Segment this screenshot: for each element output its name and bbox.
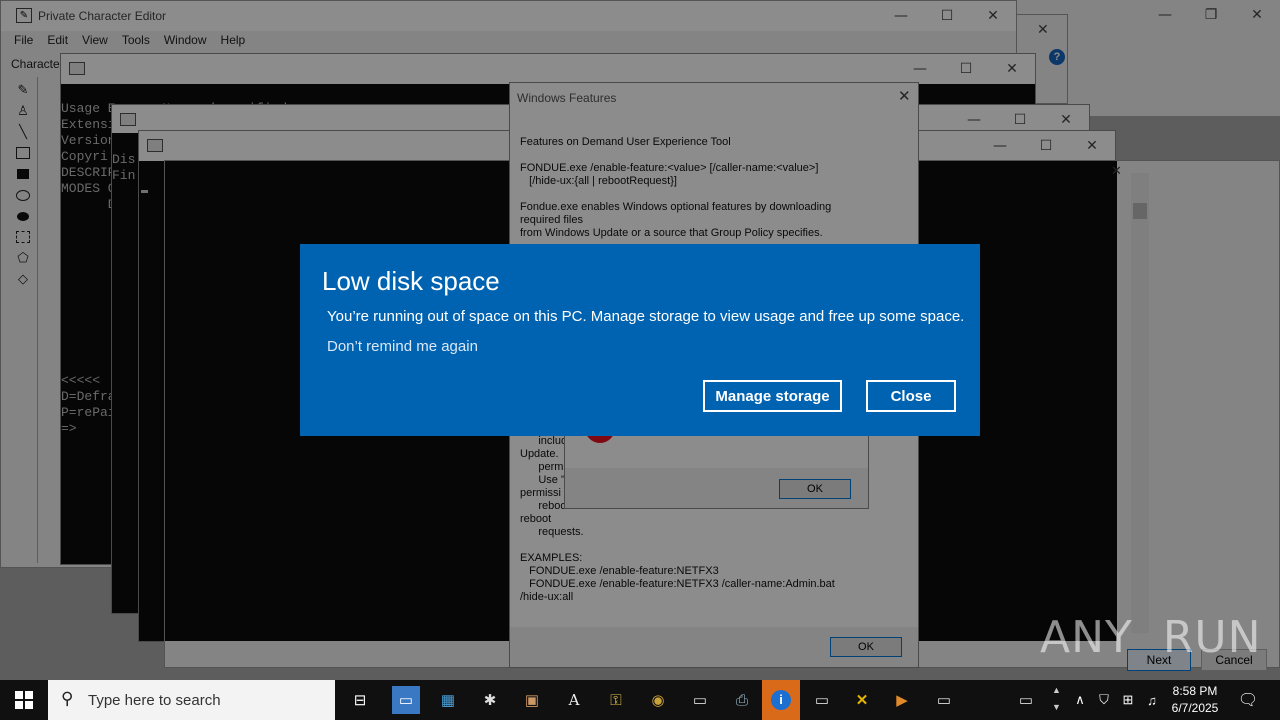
taskbar-app-files-icon[interactable]: ▦ — [434, 686, 462, 714]
taskbar-app-window4-icon[interactable]: ▭ — [1012, 686, 1040, 714]
dont-remind-link[interactable]: Don’t remind me again — [327, 338, 478, 355]
taskbar-app-info-active[interactable]: i — [762, 680, 800, 720]
toast-message: You’re running out of space on this PC. … — [327, 308, 965, 325]
taskbar-app-window2-icon[interactable]: ▭ — [808, 686, 836, 714]
taskbar-app-x-icon[interactable]: ✕ — [848, 686, 876, 714]
search-placeholder: Type here to search — [88, 692, 221, 709]
taskbar-app-font-icon[interactable]: A — [560, 686, 588, 714]
taskbar-app-console-icon[interactable]: ▭ — [392, 686, 420, 714]
taskbar-app-window-icon[interactable]: ▭ — [686, 686, 714, 714]
task-view-icon[interactable]: ⊟ — [346, 686, 374, 714]
low-disk-space-dialog: Low disk space You’re running out of spa… — [300, 244, 980, 436]
taskbar-app-disc-icon[interactable]: ◉ — [644, 686, 672, 714]
notifications-icon[interactable]: 🗨 — [1234, 686, 1262, 714]
taskbar-app-key-icon[interactable]: ⚿ — [602, 686, 630, 714]
taskbar-app-printer-icon[interactable]: ⎙ — [728, 686, 756, 714]
clock[interactable]: 8:58 PM 6/7/2025 — [1164, 683, 1226, 717]
taskbar-app-tool-icon[interactable]: ✱ — [476, 686, 504, 714]
taskbar-app-window3-icon[interactable]: ▭ — [930, 686, 958, 714]
close-button[interactable]: Close — [866, 380, 956, 412]
search-icon: ⚲ — [61, 689, 74, 708]
taskbar-scroll[interactable]: ▲ ▼ — [1052, 682, 1061, 716]
taskbar-search-box[interactable]: ⚲ Type here to search — [48, 680, 335, 720]
volume-icon[interactable]: ♫ — [1138, 686, 1166, 714]
info-icon: i — [771, 690, 791, 710]
clock-time: 8:58 PM — [1172, 684, 1218, 698]
manage-storage-button[interactable]: Manage storage — [703, 380, 842, 412]
windows-logo-icon — [15, 691, 33, 709]
taskbar-app-installer-icon[interactable]: ▣ — [518, 686, 546, 714]
toast-title: Low disk space — [322, 266, 500, 296]
taskbar: ⚲ Type here to search ⊟ ▭ ▦ ✱ ▣ A ⚿ ◉ ▭ … — [0, 680, 1280, 720]
start-button[interactable] — [0, 680, 48, 720]
clock-date: 6/7/2025 — [1171, 701, 1219, 715]
anyrun-watermark: ANY RUN — [1040, 612, 1262, 663]
taskbar-app-media-icon[interactable]: ▶ — [888, 686, 916, 714]
